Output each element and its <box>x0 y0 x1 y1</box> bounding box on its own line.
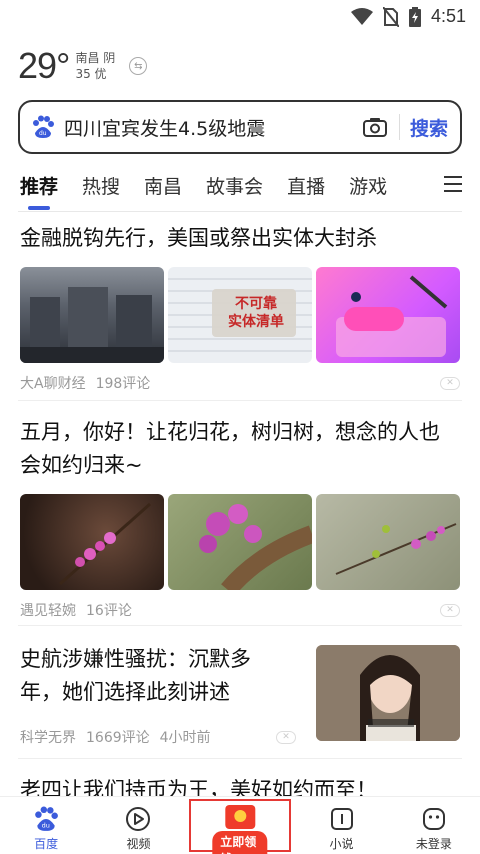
nav-novel[interactable]: 小说 <box>295 797 387 854</box>
news-title[interactable]: 五月，你好！让花归花，树归树，想念的人也会如约归来~ <box>20 416 460 482</box>
feed-divider <box>18 625 462 626</box>
news-item[interactable]: 金融脱钩先行，美国或祭出实体大封杀 不可靠 实体清单 大A聊财经 198评论 ✕ <box>20 222 460 393</box>
tab-hot[interactable]: 热搜 <box>82 172 120 208</box>
news-image[interactable] <box>316 494 460 590</box>
search-bar[interactable]: du 四川宜宾发生4.5级地震 搜索 <box>18 100 462 154</box>
search-button[interactable]: 搜索 <box>410 114 448 141</box>
news-title[interactable]: 金融脱钩先行，美国或祭出实体大封杀 <box>20 222 460 255</box>
city: 南昌 <box>75 51 100 65</box>
image-overlay-text: 不可靠 实体清单 <box>228 296 284 330</box>
dismiss-icon[interactable]: ✕ <box>440 603 460 617</box>
channel-tabs: 推荐 热搜 南昌 故事会 直播 游戏 <box>20 172 464 212</box>
tab-nanchang[interactable]: 南昌 <box>144 172 182 208</box>
news-item[interactable]: 老四让我们持币为王，美好如约而至！ <box>20 768 460 796</box>
nav-novel-label: 小说 <box>329 837 354 851</box>
news-item[interactable]: 史航涉嫌性骚扰：沉默多年，她们选择此刻讲述 科学无界 1669评论 4小时前 ✕ <box>20 643 460 747</box>
news-image[interactable] <box>168 494 312 590</box>
bottom-nav: du 百度 视频 立即领钱 小说 未登录 <box>0 796 480 854</box>
news-source: 科学无界 <box>20 730 76 746</box>
news-image[interactable] <box>20 267 164 363</box>
comment-count: 16评论 <box>86 603 132 619</box>
dismiss-icon[interactable]: ✕ <box>440 376 460 390</box>
comment-count: 198评论 <box>95 376 151 392</box>
clock: 4:51 <box>430 6 466 26</box>
news-source: 遇见轻婉 <box>20 603 76 619</box>
comment-count: 1669评论 <box>86 730 150 746</box>
svg-text:du: du <box>39 130 47 137</box>
news-item[interactable]: 五月，你好！让花归花，树归树，想念的人也会如约归来~ 遇见轻婉 16评论 ✕ <box>20 416 460 620</box>
feed-divider <box>18 758 462 759</box>
feed-divider <box>18 400 462 401</box>
profile-icon <box>421 805 447 833</box>
switch-icon[interactable]: ⇆ <box>129 57 148 75</box>
air-quality: 35 优 <box>75 67 107 81</box>
nav-home[interactable]: du 百度 <box>0 797 92 854</box>
news-title[interactable]: 老四让我们持币为王，美好如约而至！ <box>20 774 460 796</box>
weather-condition: 阴 <box>103 51 116 65</box>
search-divider <box>398 114 400 140</box>
nav-redpacket[interactable]: 立即领钱 <box>185 797 296 854</box>
nav-profile-label: 未登录 <box>415 837 452 851</box>
svg-text:du: du <box>42 822 50 830</box>
weather-widget[interactable]: 29° 南昌 阴 35 优 ⇆ <box>18 44 148 88</box>
news-time: 4小时前 <box>159 730 211 746</box>
news-title[interactable]: 史航涉嫌性骚扰：沉默多年，她们选择此刻讲述 <box>20 643 290 709</box>
tab-games[interactable]: 游戏 <box>349 172 387 208</box>
news-image[interactable] <box>316 645 460 741</box>
redpacket-label: 立即领钱 <box>212 831 268 854</box>
news-image[interactable] <box>316 267 460 363</box>
nav-profile[interactable]: 未登录 <box>388 797 480 854</box>
nav-video[interactable]: 视频 <box>92 797 184 854</box>
dismiss-icon[interactable]: ✕ <box>276 730 296 744</box>
news-image[interactable] <box>20 494 164 590</box>
tab-live[interactable]: 直播 <box>287 172 325 208</box>
news-image[interactable]: 不可靠 实体清单 <box>168 267 312 363</box>
search-input[interactable]: 四川宜宾发生4.5级地震 <box>64 114 361 141</box>
no-sim-icon <box>382 6 399 27</box>
play-icon <box>125 805 151 833</box>
battery-icon <box>408 6 421 27</box>
menu-icon[interactable] <box>444 176 462 192</box>
tab-recommend[interactable]: 推荐 <box>20 172 58 210</box>
book-icon <box>329 805 355 833</box>
news-source: 大A聊财经 <box>20 376 86 392</box>
temperature: 29° <box>18 45 70 86</box>
nav-video-label: 视频 <box>126 837 151 851</box>
camera-icon[interactable] <box>361 113 389 141</box>
wifi-icon <box>350 7 373 25</box>
tab-stories[interactable]: 故事会 <box>206 172 263 208</box>
baidu-paw-icon: du <box>33 805 59 833</box>
tab-divider <box>18 211 462 212</box>
nav-home-label: 百度 <box>34 837 59 851</box>
baidu-paw-icon: du <box>33 115 54 138</box>
status-bar: 4:51 <box>0 0 480 34</box>
red-envelope-icon <box>224 805 255 829</box>
